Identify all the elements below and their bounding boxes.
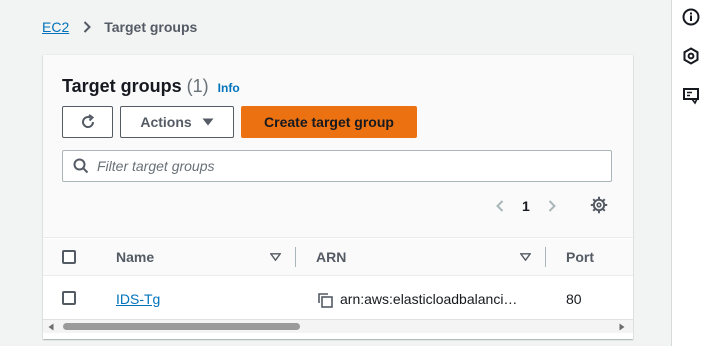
target-group-arn: arn:aws:elasticloadbalanci… xyxy=(340,291,518,307)
target-group-port: 80 xyxy=(566,291,582,307)
create-target-group-button[interactable]: Create target group xyxy=(241,106,417,138)
target-group-count: (1) xyxy=(186,76,209,96)
column-divider[interactable] xyxy=(295,247,296,267)
chevron-left-icon[interactable] xyxy=(493,200,507,212)
search-icon xyxy=(73,158,89,174)
panel-title: Target groups (1) Info xyxy=(62,76,240,97)
panel-header: Target groups (1) Info Actions Create ta… xyxy=(43,55,633,238)
info-link[interactable]: Info xyxy=(218,81,240,95)
actions-label: Actions xyxy=(140,114,192,130)
select-all-checkbox[interactable] xyxy=(62,250,76,264)
chevron-right-icon[interactable] xyxy=(545,200,559,212)
breadcrumb-ec2-link[interactable]: EC2 xyxy=(42,19,69,35)
feedback-icon[interactable] xyxy=(682,87,700,105)
row-checkbox[interactable] xyxy=(62,291,76,305)
info-icon[interactable] xyxy=(682,8,700,26)
target-groups-panel: Target groups (1) Info Actions Create ta… xyxy=(43,55,633,339)
refresh-button[interactable] xyxy=(62,106,113,138)
refresh-icon xyxy=(80,114,96,130)
pagination: 1 xyxy=(493,195,559,217)
filter-search-box[interactable] xyxy=(62,150,612,182)
column-divider[interactable] xyxy=(545,247,546,267)
page-number[interactable]: 1 xyxy=(522,198,530,214)
target-group-name-link[interactable]: IDS-Tg xyxy=(116,291,160,307)
filter-target-groups-input[interactable] xyxy=(97,158,577,174)
scroll-left-icon[interactable] xyxy=(48,323,54,331)
chevron-right-icon xyxy=(83,21,92,33)
horizontal-scrollbar[interactable] xyxy=(43,319,633,333)
sort-down-icon[interactable] xyxy=(270,253,281,261)
breadcrumb-current: Target groups xyxy=(104,19,198,35)
right-tools-rail xyxy=(671,0,710,346)
table-header: Name ARN Port xyxy=(43,239,633,276)
caret-down-icon xyxy=(202,118,214,126)
gear-icon[interactable] xyxy=(590,196,608,214)
actions-dropdown-button[interactable]: Actions xyxy=(120,106,234,138)
breadcrumb: EC2 Target groups xyxy=(42,19,197,35)
table-row[interactable]: IDS-Tg arn:aws:elasticloadbalanci… 80 xyxy=(43,277,633,321)
sort-down-icon[interactable] xyxy=(520,253,531,261)
scroll-right-icon[interactable] xyxy=(619,323,625,331)
column-header-name[interactable]: Name xyxy=(116,249,154,265)
column-header-port[interactable]: Port xyxy=(566,249,594,265)
settings-hex-icon[interactable] xyxy=(682,47,700,65)
panel-title-text: Target groups xyxy=(62,76,182,96)
scrollbar-thumb[interactable] xyxy=(63,323,300,330)
column-header-arn[interactable]: ARN xyxy=(316,249,346,265)
copy-icon[interactable] xyxy=(317,292,333,308)
